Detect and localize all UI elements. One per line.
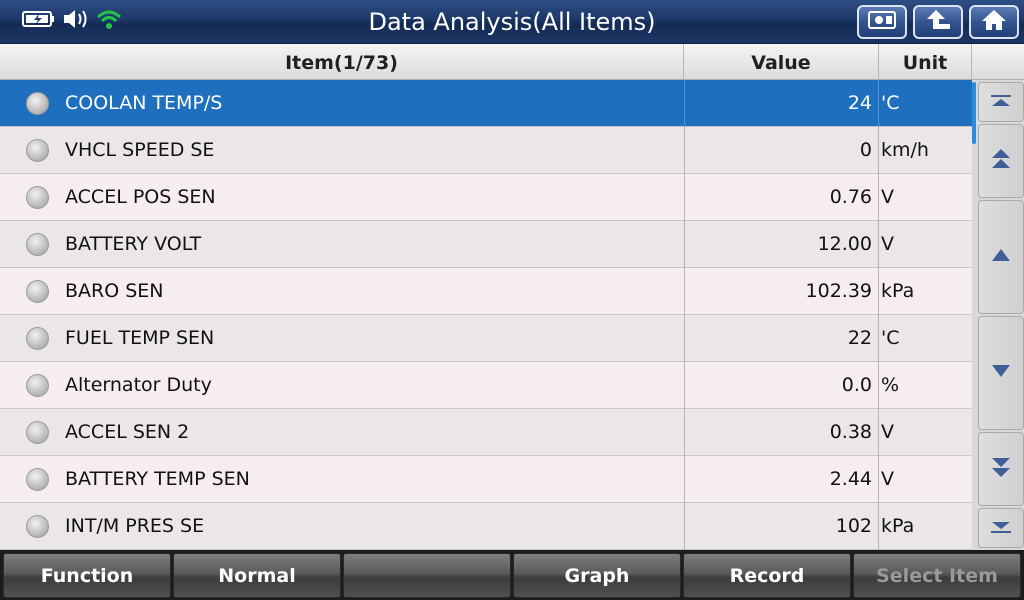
table-row[interactable]: COOLAN TEMP/S 24 'C: [0, 80, 972, 127]
back-button[interactable]: [913, 5, 963, 39]
item-value: 0: [684, 127, 879, 174]
blank-button[interactable]: [343, 553, 511, 598]
function-button[interactable]: Function: [3, 553, 171, 598]
line-down-button[interactable]: [978, 316, 1024, 430]
item-name: ACCEL POS SEN: [65, 186, 216, 208]
screenshot-icon: [867, 9, 897, 35]
table-row[interactable]: BARO SEN 102.39 kPa: [0, 268, 972, 315]
scroll-bottom-button[interactable]: [978, 508, 1024, 548]
scroll-bottom-icon: [990, 519, 1012, 538]
item-name: INT/M PRES SE: [65, 515, 205, 537]
row-bullet-icon: [26, 468, 49, 491]
item-value: 22: [684, 315, 879, 362]
item-unit: 'C: [881, 327, 900, 349]
data-list: COOLAN TEMP/S 24 'C VHCL SPEED SE 0 km/h…: [0, 80, 972, 550]
item-unit: V: [881, 186, 894, 208]
row-bullet-icon: [26, 327, 49, 350]
item-name: BATTERY TEMP SEN: [65, 468, 250, 490]
normal-button[interactable]: Normal: [173, 553, 341, 598]
record-button[interactable]: Record: [683, 553, 851, 598]
item-unit: V: [881, 421, 894, 443]
page-down-button[interactable]: [978, 432, 1024, 506]
home-button[interactable]: [969, 5, 1019, 39]
row-bullet-icon: [26, 186, 49, 209]
select-item-button[interactable]: Select Item: [853, 553, 1021, 598]
table-row[interactable]: INT/M PRES SE 102 kPa: [0, 503, 972, 550]
item-unit: V: [881, 468, 894, 490]
item-name: BARO SEN: [65, 280, 164, 302]
scroll-top-button[interactable]: [978, 82, 1024, 122]
line-down-icon: [990, 363, 1012, 383]
item-name: BATTERY VOLT: [65, 233, 202, 255]
graph-button[interactable]: Graph: [513, 553, 681, 598]
item-unit: V: [881, 233, 894, 255]
item-name: FUEL TEMP SEN: [65, 327, 215, 349]
scroll-top-icon: [990, 93, 1012, 112]
row-bullet-icon: [26, 515, 49, 538]
item-name: Alternator Duty: [65, 374, 212, 396]
item-value: 0.76: [684, 174, 879, 221]
table-row[interactable]: Alternator Duty 0.0 %: [0, 362, 972, 409]
item-value: 102: [684, 503, 879, 550]
column-header-unit: Unit: [879, 44, 972, 80]
page-up-icon: [990, 147, 1012, 175]
bottom-toolbar: Function Normal Graph Record Select Item: [0, 550, 1024, 600]
screenshot-button[interactable]: [857, 5, 907, 39]
table-row[interactable]: BATTERY VOLT 12.00 V: [0, 221, 972, 268]
table-row[interactable]: ACCEL SEN 2 0.38 V: [0, 409, 972, 456]
scroll-indicator[interactable]: [972, 82, 976, 144]
row-bullet-icon: [26, 421, 49, 444]
item-value: 0.0: [684, 362, 879, 409]
item-unit: km/h: [881, 139, 929, 161]
item-unit: kPa: [881, 515, 915, 537]
page-down-icon: [990, 455, 1012, 483]
item-unit: kPa: [881, 280, 915, 302]
title-bar: Data Analysis(All Items): [0, 0, 1024, 44]
table-row[interactable]: ACCEL POS SEN 0.76 V: [0, 174, 972, 221]
item-value: 102.39: [684, 268, 879, 315]
line-up-button[interactable]: [978, 200, 1024, 314]
row-bullet-icon: [26, 280, 49, 303]
table-row[interactable]: VHCL SPEED SE 0 km/h: [0, 127, 972, 174]
item-name: COOLAN TEMP/S: [65, 92, 223, 114]
item-unit: 'C: [881, 92, 900, 114]
item-value: 0.38: [684, 409, 879, 456]
item-name: VHCL SPEED SE: [65, 139, 215, 161]
row-bullet-icon: [26, 374, 49, 397]
back-icon: [924, 8, 952, 36]
line-up-icon: [990, 247, 1012, 267]
item-value: 2.44: [684, 456, 879, 503]
home-icon: [980, 8, 1008, 36]
table-header: Item(1/73) Value Unit: [0, 44, 1024, 80]
item-value: 24: [684, 80, 879, 127]
row-bullet-icon: [26, 139, 49, 162]
page-up-button[interactable]: [978, 124, 1024, 198]
row-bullet-icon: [26, 233, 49, 256]
table-row[interactable]: FUEL TEMP SEN 22 'C: [0, 315, 972, 362]
item-unit: %: [881, 374, 900, 396]
table-row[interactable]: BATTERY TEMP SEN 2.44 V: [0, 456, 972, 503]
column-header-item: Item(1/73): [0, 44, 684, 80]
column-header-value: Value: [684, 44, 879, 80]
column-header-scroll: [972, 44, 1024, 80]
row-bullet-icon: [26, 92, 49, 115]
item-value: 12.00: [684, 221, 879, 268]
item-name: ACCEL SEN 2: [65, 421, 190, 443]
